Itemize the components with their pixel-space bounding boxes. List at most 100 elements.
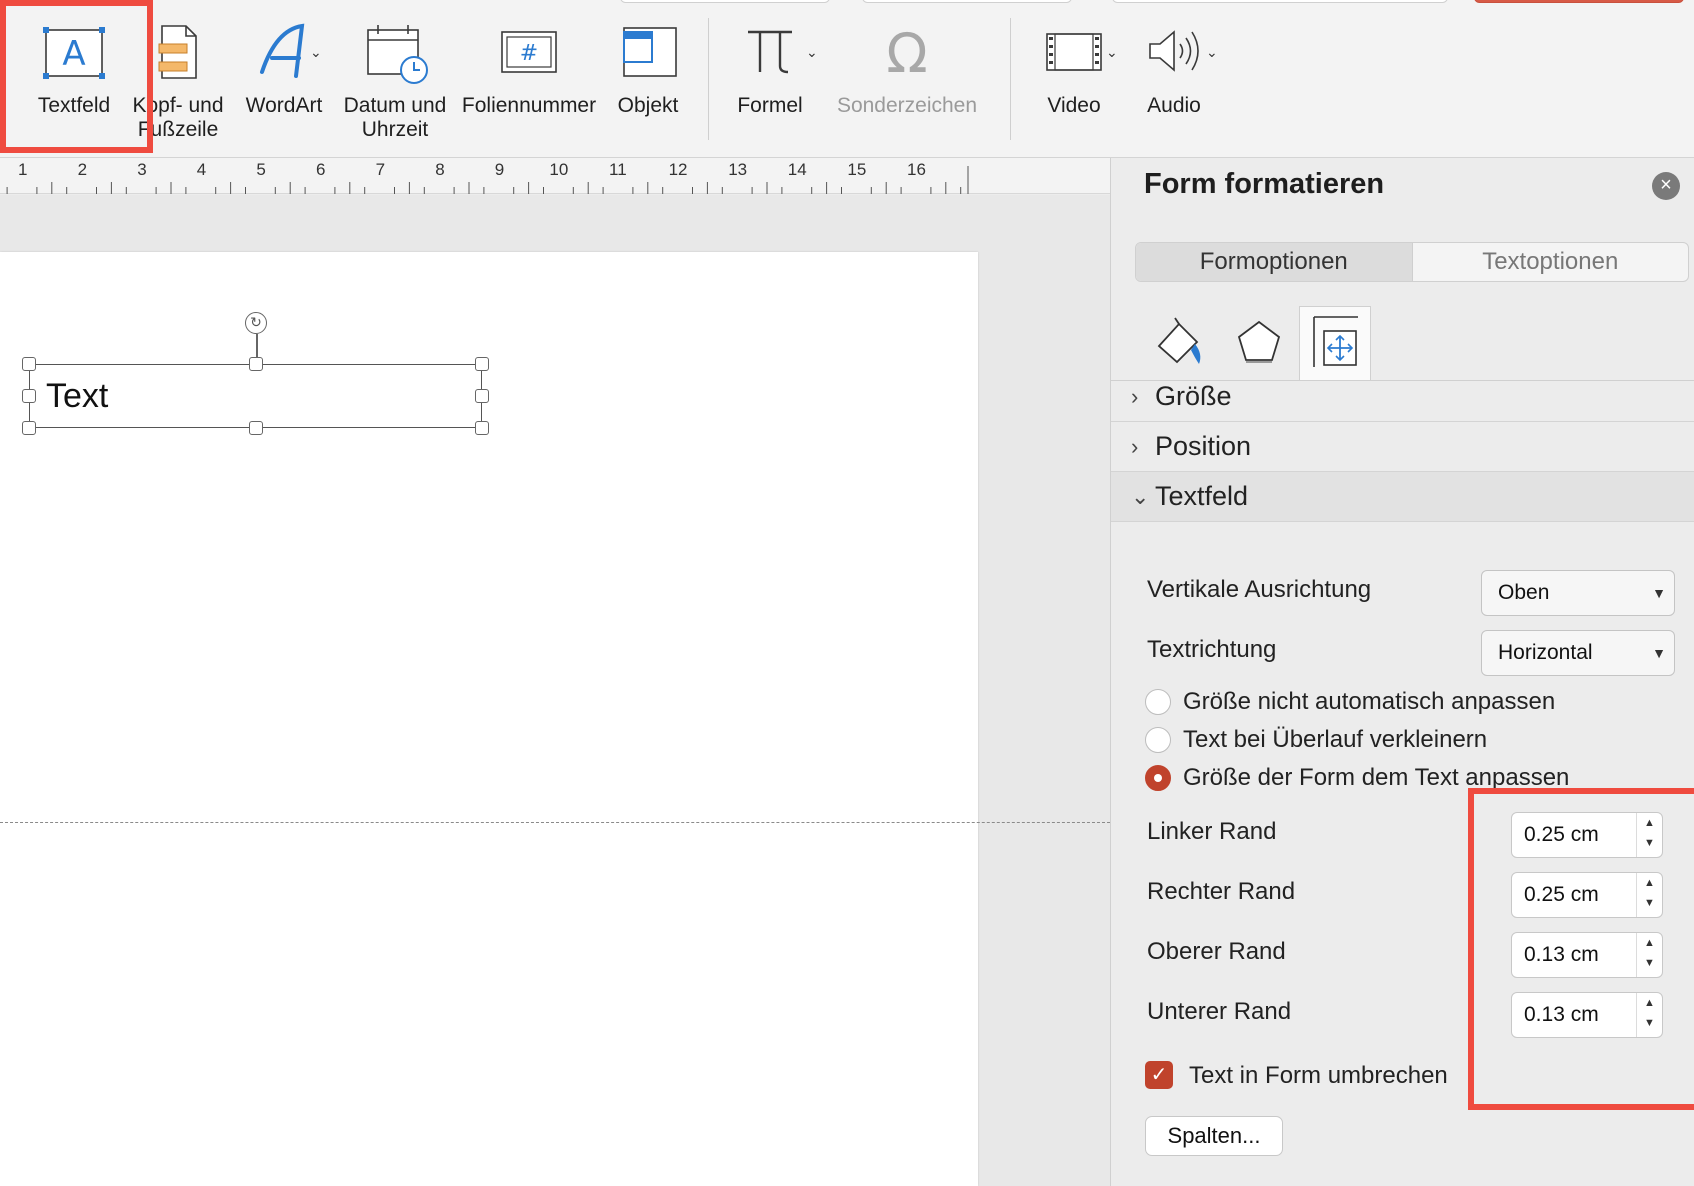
vertical-alignment-value: Oben	[1498, 581, 1550, 604]
video-label: Video	[1047, 94, 1101, 117]
wordart-button[interactable]: WordArt	[236, 20, 332, 118]
resize-handle[interactable]	[22, 357, 36, 371]
ribbon-top-edge	[620, 0, 830, 3]
ribbon-separator	[708, 18, 709, 140]
top-margin-label: Oberer Rand	[1147, 938, 1286, 965]
audio-button[interactable]: Audio	[1132, 20, 1216, 118]
radio-shrink-on-overflow-label: Text bei Überlauf verkleinern	[1183, 726, 1488, 753]
resize-handle[interactable]	[475, 357, 489, 371]
chevron-right-icon: ›	[1131, 384, 1139, 409]
ruler-number: 7	[375, 160, 386, 179]
textbox-text[interactable]: Text	[46, 377, 108, 416]
ruler-number: 11	[609, 160, 627, 179]
audio-label: Audio	[1147, 94, 1201, 117]
calendar-clock-icon	[338, 20, 452, 86]
wordart-label: WordArt	[245, 94, 323, 117]
highlight-box	[0, 0, 153, 153]
equation-label: Formel	[737, 94, 803, 117]
section-textbox[interactable]: ⌄ Textfeld	[1111, 472, 1694, 522]
section-position[interactable]: › Position	[1111, 422, 1694, 472]
pane-title: Form formatieren	[1144, 168, 1385, 200]
text-direction-value: Horizontal	[1498, 641, 1593, 664]
radio-do-not-autofit-label: Größe nicht automatisch anpassen	[1183, 688, 1556, 715]
date-time-button[interactable]: Datum und Uhrzeit	[338, 20, 452, 142]
ribbon-top-edge	[1474, 0, 1684, 3]
ruler-number: 8	[435, 160, 445, 179]
section-size[interactable]: › Größe	[1111, 372, 1694, 422]
ruler-number: 12	[668, 160, 688, 179]
speaker-icon	[1132, 20, 1216, 86]
chevron-down-icon: ⌄	[1131, 484, 1150, 509]
omega-icon: Ω	[830, 20, 984, 86]
symbol-button[interactable]: Ω Sonderzeichen	[830, 20, 984, 118]
highlight-box	[1468, 788, 1694, 1110]
effects-tab[interactable]	[1223, 306, 1295, 378]
video-dropdown-chevron-icon[interactable]: ⌄	[1106, 44, 1118, 61]
right-margin-label: Rechter Rand	[1147, 878, 1296, 905]
rotate-handle-icon[interactable]: ↻	[245, 312, 267, 334]
close-icon[interactable]: ×	[1652, 172, 1680, 200]
ribbon-separator	[1010, 18, 1011, 140]
options-segmented-control: Formoptionen Textoptionen	[1135, 242, 1689, 282]
ribbon-top-edge	[1112, 0, 1448, 3]
dropdown-arrow-icon: ▼	[1652, 645, 1666, 661]
object-label: Objekt	[617, 94, 679, 117]
bottom-margin-label: Unterer Rand	[1147, 998, 1292, 1025]
video-button[interactable]: Video	[1030, 20, 1118, 118]
tab-text-options[interactable]: Textoptionen	[1413, 243, 1689, 281]
slide-number-button[interactable]: # Foliennummer	[456, 20, 602, 118]
resize-handle[interactable]	[475, 421, 489, 435]
ruler-number: 15	[847, 160, 867, 179]
ruler-number: 4	[196, 160, 207, 179]
wordart-dropdown-chevron-icon[interactable]: ⌄	[310, 44, 322, 61]
section-position-label: Position	[1155, 431, 1252, 461]
chevron-right-icon: ›	[1131, 434, 1139, 459]
columns-button[interactable]: Spalten...	[1145, 1116, 1283, 1156]
dropdown-arrow-icon: ▼	[1652, 585, 1666, 601]
ruler-number: 6	[316, 160, 326, 179]
equation-button[interactable]: Formel	[728, 20, 812, 118]
text-direction-select[interactable]: Horizontal ▼	[1481, 630, 1675, 676]
tab-shape-options[interactable]: Formoptionen	[1136, 243, 1413, 281]
slide-number-label: Foliennummer	[461, 94, 597, 117]
film-icon	[1030, 20, 1118, 86]
vertical-alignment-label: Vertikale Ausrichtung	[1147, 576, 1372, 603]
ruler-number: 1	[18, 160, 28, 179]
equation-dropdown-chevron-icon[interactable]: ⌄	[806, 44, 818, 61]
resize-handle[interactable]	[249, 357, 263, 371]
object-icon	[608, 20, 688, 86]
svg-text:#: #	[520, 41, 538, 66]
radio-shrink-on-overflow[interactable]	[1145, 727, 1171, 753]
ruler-number: 16	[907, 160, 926, 179]
svg-text:Ω: Ω	[886, 22, 927, 80]
vertical-alignment-select[interactable]: Oben ▼	[1481, 570, 1675, 616]
size-properties-tab[interactable]	[1299, 306, 1371, 381]
object-button[interactable]: Objekt	[608, 20, 688, 118]
resize-handle[interactable]	[22, 389, 36, 403]
guide-line	[0, 822, 1110, 823]
ruler-number: 9	[494, 160, 505, 179]
ruler-number: 10	[549, 160, 569, 179]
ruler-number: 2	[77, 160, 88, 179]
symbol-label: Sonderzeichen	[836, 94, 978, 117]
wrap-text-checkbox[interactable]: ✓	[1145, 1061, 1173, 1089]
resize-handle[interactable]	[249, 421, 263, 435]
wrap-text-label: Text in Form umbrechen	[1189, 1062, 1448, 1089]
horizontal-ruler: 1 2 3 4 5 6 7 8 9 10 11 12 13 14 15 16	[0, 158, 1110, 194]
fill-line-tab[interactable]	[1145, 306, 1217, 378]
slide-canvas: ↻ Text	[0, 195, 1110, 1186]
slide[interactable]: ↻ Text	[0, 252, 978, 1186]
text-direction-label: Textrichtung	[1147, 636, 1277, 663]
ruler-number: 5	[256, 160, 266, 179]
selected-textbox[interactable]: Text	[29, 364, 482, 428]
slide-number-icon: #	[456, 20, 602, 86]
audio-dropdown-chevron-icon[interactable]: ⌄	[1206, 44, 1218, 61]
resize-handle[interactable]	[22, 421, 36, 435]
ribbon: A Textfeld Kopf- und Fußzeile WordArt ⌄ …	[0, 0, 1694, 158]
radio-do-not-autofit[interactable]	[1145, 689, 1171, 715]
section-size-label: Größe	[1155, 381, 1232, 411]
ruler-number: 14	[787, 160, 807, 179]
resize-handle[interactable]	[475, 389, 489, 403]
ribbon-top-edge	[862, 0, 1072, 3]
radio-resize-shape-to-fit[interactable]	[1145, 765, 1171, 791]
